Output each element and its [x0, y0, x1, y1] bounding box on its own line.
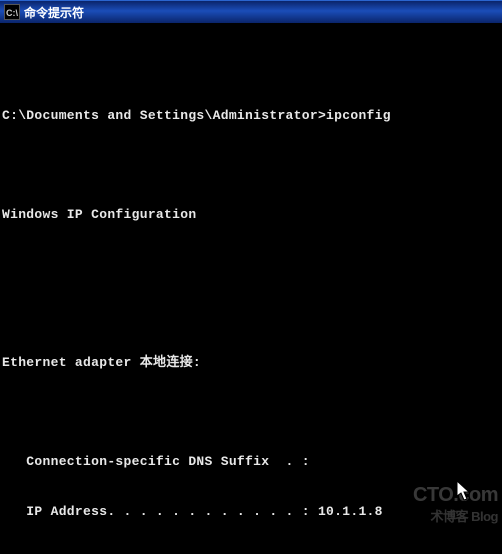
command-prompt-window: C:\ 命令提示符 C:\Documents and Settings\Admi… — [0, 0, 502, 554]
cmd-icon: C:\ — [4, 4, 20, 20]
prompt-ipconfig: C:\Documents and Settings\Administrator>… — [2, 108, 500, 125]
blank-line — [2, 405, 500, 422]
window-title: 命令提示符 — [24, 4, 84, 21]
ipconfig-header: Windows IP Configuration — [2, 207, 500, 224]
console-output[interactable]: C:\Documents and Settings\Administrator>… — [0, 23, 502, 554]
blank-line — [2, 157, 500, 174]
blank-line — [2, 58, 500, 75]
adapter-line: Ethernet adapter 本地连接: — [2, 355, 500, 372]
titlebar[interactable]: C:\ 命令提示符 — [0, 0, 502, 23]
blank-line — [2, 306, 500, 323]
ip-address-line: IP Address. . . . . . . . . . . . : 10.1… — [2, 504, 500, 521]
dns-suffix-line: Connection-specific DNS Suffix . : — [2, 454, 500, 471]
blank-line — [2, 256, 500, 273]
